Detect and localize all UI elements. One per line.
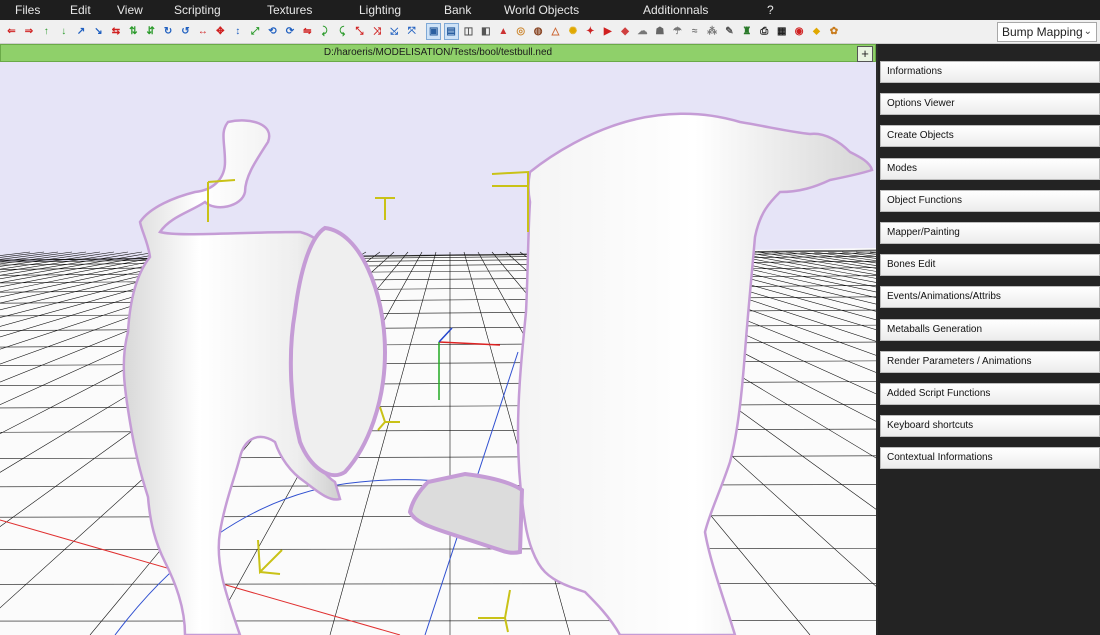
panel-contextual-informations[interactable]: Contextual Informations xyxy=(880,447,1100,470)
rotate-x-icon[interactable]: ⟲ xyxy=(265,23,280,40)
water-icon[interactable]: ≈ xyxy=(687,23,702,40)
menu-bar: Files Edit View Scripting Textures Lighting Ba… xyxy=(0,0,1100,20)
axis-z-icon[interactable]: ↗ xyxy=(74,23,89,40)
menu-item-bank[interactable]: Bank xyxy=(444,3,471,17)
move-down-icon[interactable]: ↓ xyxy=(56,23,71,40)
scene-canvas[interactable] xyxy=(0,62,876,635)
menu-item-lighting[interactable]: Lighting xyxy=(359,3,401,17)
render-mode-select[interactable]: Bump Mapping ⌄ xyxy=(997,22,1097,42)
panel-events-animations-attribs[interactable]: Events/Animations/Attribs xyxy=(880,286,1100,309)
script-icon[interactable]: ✎ xyxy=(722,23,737,40)
panel-options-viewer[interactable]: Options Viewer xyxy=(880,93,1100,116)
chevron-down-icon: ⌄ xyxy=(1083,26,1092,37)
menu-item-world-objects[interactable]: World Objects xyxy=(504,3,579,17)
axis-y-icon[interactable]: ↘ xyxy=(91,23,106,40)
menu-item-files[interactable]: Files xyxy=(15,3,40,17)
twist-icon[interactable]: ⤸ xyxy=(317,23,332,40)
panel-render-parameters-animations[interactable]: Render Parameters / Animations xyxy=(880,350,1100,373)
torus-icon[interactable]: ◎ xyxy=(513,23,528,40)
arrow-left-icon[interactable]: ⇐ xyxy=(4,23,19,40)
landscape-icon[interactable]: ☁ xyxy=(635,23,650,40)
uniform-scale-icon[interactable]: ⤢ xyxy=(248,23,263,40)
menu-item-help[interactable]: ? xyxy=(767,3,774,17)
panel-modes[interactable]: Modes xyxy=(880,157,1100,180)
scale-z-icon[interactable]: ↕ xyxy=(230,23,245,40)
pyramid-icon[interactable]: △ xyxy=(548,23,563,40)
file-path-bar: D:/haroeris/MODELISATION/Tests/bool/test… xyxy=(0,44,876,62)
stretch-icon[interactable]: ⤩ xyxy=(387,23,402,40)
cone-icon[interactable]: ▲ xyxy=(496,23,511,40)
render-icon[interactable]: ◆ xyxy=(618,23,633,40)
render-mode-value: Bump Mapping xyxy=(1002,25,1083,39)
menu-item-additionnals[interactable]: Additionnals xyxy=(643,3,708,17)
sky-icon[interactable]: ☂ xyxy=(670,23,685,40)
panel-object-functions[interactable]: Object Functions xyxy=(880,189,1100,212)
hint-icon[interactable]: ⬥ xyxy=(809,23,824,40)
file-path: D:/haroeris/MODELISATION/Tests/bool/test… xyxy=(323,47,553,58)
scale-xy-icon[interactable]: ✥ xyxy=(213,23,228,40)
cylinder-icon[interactable]: ◍ xyxy=(531,23,546,40)
panel-keyboard-shortcuts[interactable]: Keyboard shortcuts xyxy=(880,415,1100,438)
rotate-y-icon[interactable]: ↻ xyxy=(161,23,176,40)
mirror-x-icon[interactable]: ⇋ xyxy=(300,23,315,40)
menu-item-textures[interactable]: Textures xyxy=(267,3,312,17)
bottle-icon[interactable]: ♜ xyxy=(739,23,754,40)
menu-item-edit[interactable]: Edit xyxy=(70,3,91,17)
particles-icon[interactable]: ⁂ xyxy=(705,23,720,40)
shift-x-icon[interactable]: ⇆ xyxy=(108,23,123,40)
panel-metaballs-generation[interactable]: Metaballs Generation xyxy=(880,318,1100,341)
select-faces-icon[interactable]: ▣ xyxy=(426,23,442,40)
stop-icon[interactable]: ◉ xyxy=(792,23,807,40)
cube-icon[interactable]: ◧ xyxy=(478,23,493,40)
panel-mapper-painting[interactable]: Mapper/Painting xyxy=(880,222,1100,244)
move-up-icon[interactable]: ↑ xyxy=(39,23,54,40)
bend-icon[interactable]: ⤹ xyxy=(335,23,350,40)
shift-z-icon[interactable]: ⇵ xyxy=(143,23,158,40)
panel-informations[interactable]: Informations xyxy=(880,61,1100,83)
arrow-right-icon[interactable]: ⇒ xyxy=(21,23,36,40)
noise-icon[interactable]: ⤧ xyxy=(404,23,419,40)
box-icon[interactable]: ◫ xyxy=(461,23,476,40)
side-panel: Informations Options Viewer Create Objects… xyxy=(878,44,1100,635)
skew-icon[interactable]: ⤨ xyxy=(369,23,384,40)
taper-icon[interactable]: ⤡ xyxy=(352,23,367,40)
panel-added-script-functions[interactable]: Added Script Functions xyxy=(880,383,1100,405)
rotate-z-icon[interactable]: ↺ xyxy=(178,23,193,40)
terrain-icon[interactable]: ☗ xyxy=(652,23,667,40)
rotate-y2-icon[interactable]: ⟳ xyxy=(282,23,297,40)
play-icon[interactable]: ▶ xyxy=(600,23,615,40)
3d-viewport[interactable]: D:/haroeris/MODELISATION/Tests/bool/test… xyxy=(0,44,876,635)
select-object-icon[interactable]: ▤ xyxy=(443,23,459,40)
light-bulb-icon[interactable]: ✺ xyxy=(565,23,580,40)
monitor-icon[interactable]: ▦ xyxy=(774,23,789,40)
shift-y-icon[interactable]: ⇅ xyxy=(126,23,141,40)
printer-icon[interactable]: ⎙ xyxy=(757,23,772,40)
toolbar: ⇐ ⇒ ↑ ↓ ↗ ↘ ⇆ ⇅ ⇵ ↻ ↺ ↔ ✥ ↕ ⤢ ⟲ ⟳ ⇋ ⤸ ⤹ ⤡ ⤨ ⤩ ⤧ ▣ ▤ ◫ ◧ ▲ ◎ ◍ △ ✺ ✦ ▶ ◆ ☁ ☗ ☂ ≈… xyxy=(0,20,1100,44)
scale-x-icon[interactable]: ↔ xyxy=(195,23,210,40)
spot-light-icon[interactable]: ✦ xyxy=(583,23,598,40)
add-viewport-button[interactable]: + xyxy=(857,46,873,62)
panel-create-objects[interactable]: Create Objects xyxy=(880,125,1100,148)
palette-icon[interactable]: ✿ xyxy=(826,23,841,40)
panel-bones-edit[interactable]: Bones Edit xyxy=(880,254,1100,277)
menu-item-scripting[interactable]: Scripting xyxy=(174,3,221,17)
menu-item-view[interactable]: View xyxy=(117,3,143,17)
